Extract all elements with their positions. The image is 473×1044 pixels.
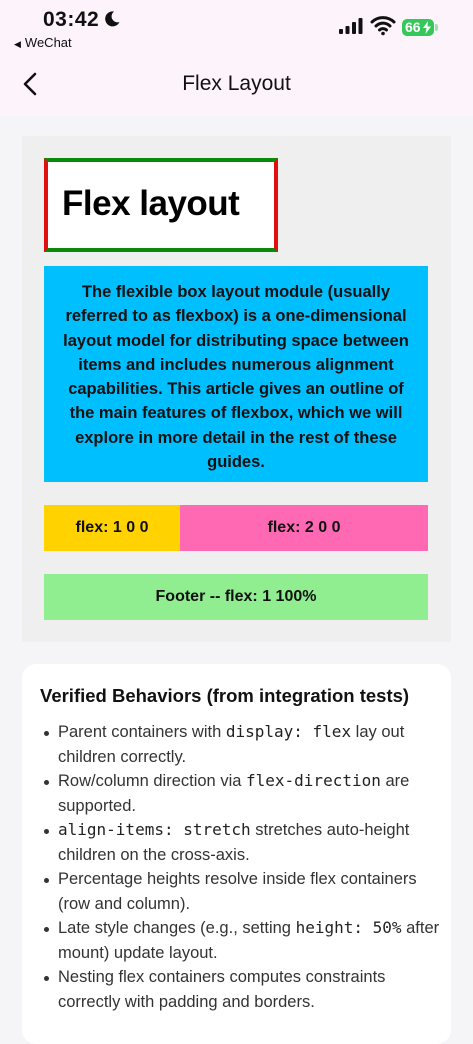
page-content: Flex layout The flexible box layout modu…: [0, 116, 473, 1044]
back-triangle-icon: ◀: [14, 39, 21, 49]
flex-title: Flex layout: [62, 184, 240, 223]
behaviors-list: Parent containers with display: flex lay…: [40, 720, 440, 1014]
flex-demo-container: Flex layout The flexible box layout modu…: [22, 136, 451, 642]
item-code: height: 50%: [295, 918, 402, 937]
back-to-app-link[interactable]: ◀ WeChat: [14, 35, 72, 50]
battery-icon: 66: [402, 19, 434, 36]
item-code: display: flex: [225, 722, 352, 741]
item-text: Row/column direction via: [58, 772, 246, 790]
flex-title-box: Flex layout: [44, 158, 278, 252]
flex-cell-2: flex: 2 0 0: [180, 505, 428, 551]
item-code: flex-direction: [246, 771, 381, 790]
list-item: Parent containers with display: flex lay…: [40, 720, 440, 769]
card-title: Verified Behaviors (from integration tes…: [40, 685, 410, 706]
verified-behaviors-card: Verified Behaviors (from integration tes…: [22, 664, 451, 1044]
page-title: Flex Layout: [182, 72, 291, 95]
list-item: Late style changes (e.g., setting height…: [40, 916, 440, 965]
list-item: align-items: stretch stretches auto-heig…: [40, 818, 440, 867]
flex-cell-1: flex: 1 0 0: [44, 505, 180, 551]
flex-footer: Footer -- flex: 1 100%: [44, 574, 428, 620]
list-item: Row/column direction via flex-direction …: [40, 769, 440, 818]
status-bar: 03:42 ◀ WeChat 66: [0, 0, 473, 56]
flexbox-description: The flexible box layout module (usually …: [44, 266, 428, 482]
flex-row: flex: 1 0 0 flex: 2 0 0: [44, 505, 428, 551]
signal-icon: [339, 18, 363, 34]
list-item: Nesting flex containers computes constra…: [40, 965, 440, 1014]
battery-cap: [435, 24, 438, 31]
nav-bar: Flex Layout: [0, 56, 473, 116]
item-text: Percentage heights resolve inside flex c…: [58, 870, 417, 913]
item-text: Parent containers with: [58, 723, 226, 741]
back-app-label: WeChat: [24, 35, 72, 50]
item-text: Nesting flex containers computes constra…: [58, 968, 386, 1011]
charging-bolt-icon: [423, 21, 431, 34]
list-item: Percentage heights resolve inside flex c…: [40, 867, 440, 916]
status-time: 03:42: [43, 8, 100, 31]
wifi-icon: [370, 16, 396, 36]
item-code: align-items: stretch: [58, 820, 251, 839]
moon-icon: [105, 11, 120, 27]
battery-level: 66: [405, 19, 421, 35]
item-text: Late style changes (e.g., setting: [58, 919, 296, 937]
